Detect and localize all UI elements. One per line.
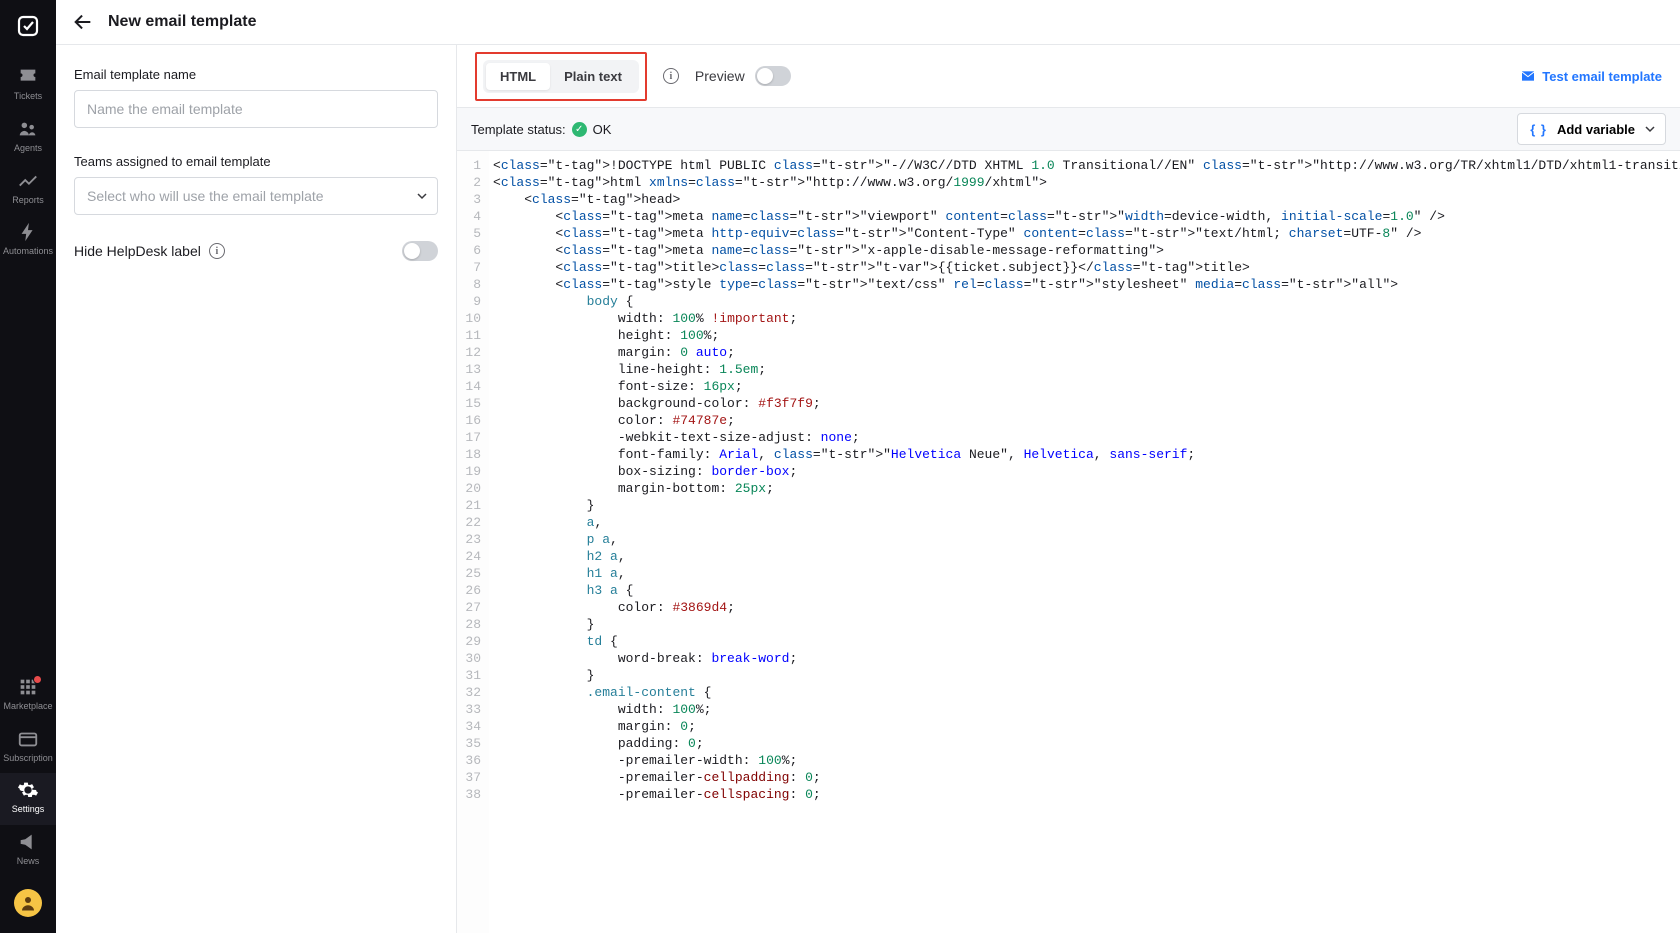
sidebar-item-automations[interactable]: Automations [0, 215, 56, 267]
sidebar-item-marketplace[interactable]: Marketplace [0, 670, 56, 722]
app-sidebar: Tickets Agents Reports Automations Marke… [0, 0, 56, 933]
sidebar-item-subscription[interactable]: Subscription [0, 722, 56, 774]
sidebar-item-settings[interactable]: Settings [0, 773, 56, 825]
sidebar-item-label: Settings [12, 804, 45, 815]
chevron-down-icon [417, 191, 427, 201]
highlight-box: HTML Plain text [475, 52, 647, 101]
sidebar-item-agents[interactable]: Agents [0, 112, 56, 164]
template-name-label: Email template name [74, 67, 438, 82]
template-name-input[interactable] [74, 90, 438, 128]
teams-select[interactable]: Select who will use the email template [74, 177, 438, 215]
status-bar: Template status: ✓ OK { } Add variable [457, 107, 1680, 151]
editor-toolbar: HTML Plain text i Preview Test email tem… [457, 45, 1680, 107]
code-editor[interactable]: 1234567891011121314151617181920212223242… [457, 151, 1680, 933]
sidebar-item-news[interactable]: News [0, 825, 56, 877]
hide-label: Hide HelpDesk label [74, 243, 201, 259]
sidebar-item-label: Tickets [14, 91, 42, 102]
sidebar-item-label: Automations [3, 246, 53, 257]
sidebar-item-label: News [17, 856, 40, 867]
code-content: <class="t-tag">!DOCTYPE html PUBLIC clas… [489, 151, 1680, 933]
sidebar-item-label: Agents [14, 143, 42, 154]
chevron-down-icon [1645, 124, 1655, 134]
page-title: New email template [108, 13, 257, 31]
teams-label: Teams assigned to email template [74, 154, 438, 169]
status-label: Template status: [471, 122, 566, 137]
avatar[interactable] [14, 889, 42, 917]
notification-dot [33, 675, 42, 684]
editor-pane: HTML Plain text i Preview Test email tem… [456, 45, 1680, 933]
status-value: OK [593, 122, 612, 137]
tab-html[interactable]: HTML [486, 63, 550, 90]
sidebar-item-reports[interactable]: Reports [0, 164, 56, 216]
mail-icon [1520, 68, 1536, 84]
tab-plain-text[interactable]: Plain text [550, 63, 636, 90]
status-ok-icon: ✓ [572, 122, 587, 137]
format-segmented-control: HTML Plain text [483, 60, 639, 93]
info-icon[interactable]: i [209, 243, 225, 259]
sidebar-item-label: Marketplace [3, 701, 52, 712]
sidebar-item-label: Reports [12, 195, 44, 206]
arrow-left-icon [72, 11, 94, 33]
preview-label: Preview [695, 68, 745, 84]
sidebar-item-tickets[interactable]: Tickets [0, 60, 56, 112]
teams-placeholder: Select who will use the email template [87, 188, 324, 204]
hide-label-toggle[interactable] [402, 241, 438, 261]
preview-toggle[interactable] [755, 66, 791, 86]
sidebar-item-label: Subscription [3, 753, 53, 764]
avatar-icon [19, 894, 37, 912]
info-icon[interactable]: i [663, 68, 679, 84]
braces-icon: { } [1530, 122, 1547, 137]
form-pane: Email template name Teams assigned to em… [56, 45, 456, 933]
page-header: New email template [56, 0, 1680, 45]
code-gutter: 1234567891011121314151617181920212223242… [457, 151, 489, 933]
test-email-link[interactable]: Test email template [1520, 68, 1662, 84]
add-variable-button[interactable]: { } Add variable [1517, 113, 1666, 145]
main-area: New email template Email template name T… [56, 0, 1680, 933]
back-button[interactable] [72, 11, 94, 33]
app-logo [16, 14, 40, 38]
